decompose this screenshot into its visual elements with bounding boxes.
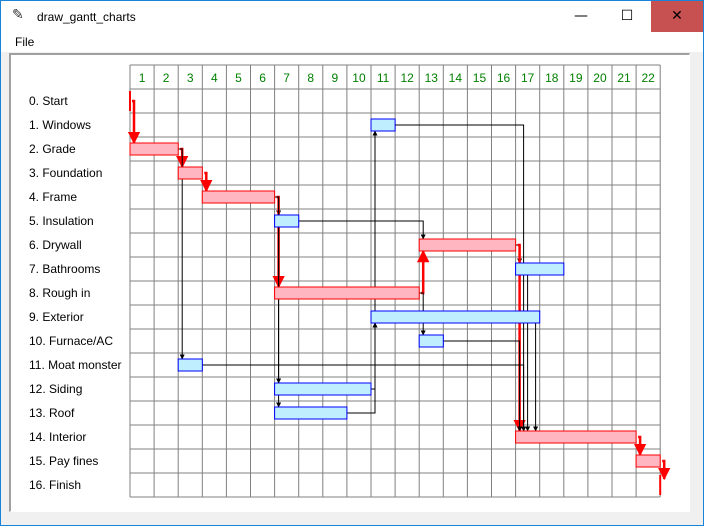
task-label: 8. Rough in [29, 286, 90, 300]
day-label: 10 [352, 71, 366, 85]
day-label: 19 [569, 71, 583, 85]
task-label: 11. Moat monster [29, 358, 121, 372]
dependency-link [200, 171, 213, 193]
task-bar [177, 358, 203, 372]
menu-file[interactable]: File [15, 35, 34, 49]
task-bar [418, 334, 444, 348]
task-bar [177, 166, 203, 180]
task-label: 4. Frame [29, 190, 77, 204]
menu-bar: File [1, 32, 703, 52]
app-window: ✎ draw_gantt_charts — ☐ ✕ File 123456789… [0, 0, 704, 526]
dependency-link [533, 316, 540, 432]
task-label: 14. Interior [29, 430, 86, 444]
task-label: 0. Start [29, 94, 68, 108]
task-label: 1. Windows [29, 118, 91, 132]
task-bar [635, 454, 661, 468]
day-label: 20 [593, 71, 607, 85]
task-label: 3. Foundation [29, 166, 102, 180]
task-label: 5. Insulation [29, 214, 94, 228]
dependency-link [371, 322, 378, 390]
day-label: 16 [497, 71, 511, 85]
task-bar [418, 238, 517, 252]
dependency-link [443, 340, 523, 432]
dependency-link [657, 459, 671, 481]
day-label: 11 [377, 71, 390, 85]
gantt-chart: 1 2 3 4 5 6 7 8 9 10 11 12 13 14 15 16 17 18 19 20 21 220. St… [29, 64, 671, 498]
task-bar [370, 118, 396, 132]
day-label: 21 [617, 71, 631, 85]
task-bar [515, 430, 637, 444]
task-label: 15. Pay fines [29, 454, 98, 468]
dependency-link [371, 130, 378, 390]
task-label: 7. Bathrooms [29, 262, 100, 276]
day-label: 18 [545, 71, 559, 85]
task-bar [201, 190, 276, 204]
day-label: 4 [211, 71, 218, 85]
task-label: 10. Furnace/AC [29, 334, 113, 348]
dependency-link [525, 268, 564, 432]
day-label: 8 [307, 71, 314, 85]
task-bar [274, 382, 372, 396]
day-label: 15 [473, 71, 487, 85]
dependency-link [298, 220, 426, 240]
task-label: 6. Drywall [29, 238, 82, 252]
task-bar [274, 406, 348, 420]
day-label: 1 [139, 71, 146, 85]
feather-icon: ✎ [12, 7, 24, 23]
task-label: 9. Exterior [29, 310, 84, 324]
task-bar [370, 310, 541, 324]
dependency-link [633, 435, 647, 457]
day-label: 3 [187, 71, 194, 85]
title-bar[interactable]: ✎ draw_gantt_charts — ☐ ✕ [1, 1, 703, 32]
day-label: 22 [641, 71, 655, 85]
day-label: 5 [235, 71, 242, 85]
day-label: 6 [259, 71, 266, 85]
day-label: 14 [449, 71, 463, 85]
maximize-button[interactable]: ☐ [604, 1, 650, 32]
window-title: draw_gantt_charts [37, 10, 136, 24]
day-label: 9 [332, 71, 339, 85]
dependency-link [178, 148, 185, 360]
day-label: 12 [400, 71, 414, 85]
task-bar [515, 262, 565, 276]
task-bar [274, 214, 300, 228]
gantt-canvas: 1 2 3 4 5 6 7 8 9 10 11 12 13 14 15 16 17 18 19 20 21 22 0. St… [9, 53, 690, 512]
day-label: 13 [425, 71, 439, 85]
task-label: 13. Roof [29, 406, 75, 420]
minimize-icon: — [574, 8, 588, 24]
minimize-button[interactable]: — [558, 1, 604, 32]
close-icon: ✕ [671, 8, 683, 24]
maximize-icon: ☐ [620, 8, 634, 24]
task-label: 2. Grade [29, 142, 76, 156]
day-label: 2 [163, 71, 170, 85]
close-button[interactable]: ✕ [651, 1, 703, 32]
task-label: 16. Finish [29, 478, 81, 492]
dependency-link [395, 124, 527, 432]
day-label: 7 [283, 71, 290, 85]
task-label: 12. Siding [29, 382, 82, 396]
task-bar [274, 286, 420, 300]
task-bar [129, 142, 179, 156]
day-label: 17 [521, 71, 535, 85]
